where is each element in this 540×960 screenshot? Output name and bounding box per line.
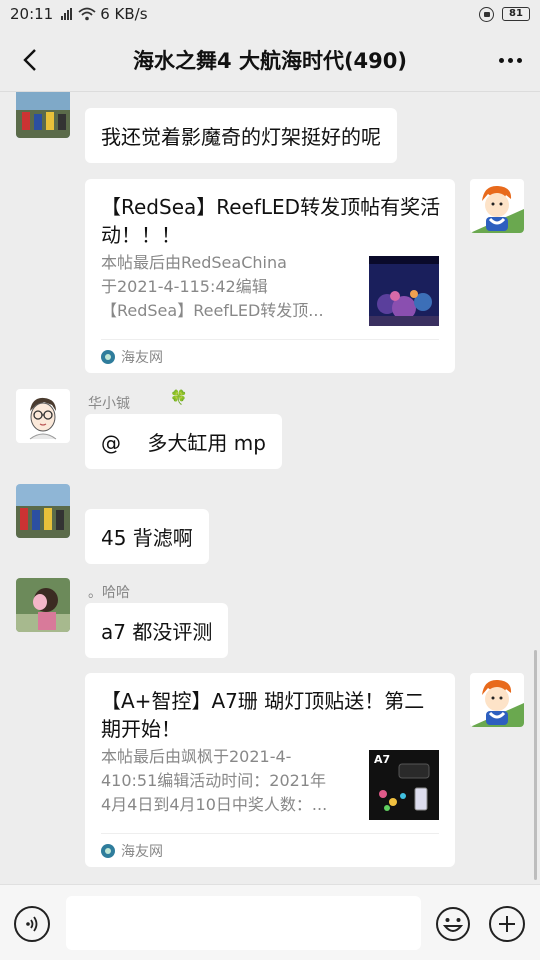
link-card[interactable]: 【A+智控】A7珊 瑚灯顶贴送！第二期开始！ 本帖最后由飒枫于2021-4- 4… <box>85 673 455 867</box>
link-card-desc-line: 【RedSea】ReefLED转发顶... <box>101 301 324 320</box>
link-card-source: 海友网 <box>101 347 163 367</box>
more-options-button[interactable] <box>492 44 528 76</box>
network-speed: 6 KB/s <box>100 5 148 23</box>
cartoon-avatar-icon <box>470 179 524 233</box>
link-card-desc-line: 于2021-4-115:42编辑 <box>101 277 268 296</box>
source-logo-icon <box>101 844 115 858</box>
chevron-left-icon <box>23 49 36 71</box>
avatar[interactable] <box>470 179 524 233</box>
voice-button[interactable] <box>14 906 50 942</box>
message-bubble[interactable]: a7 都没评测 <box>85 603 229 658</box>
source-name: 海友网 <box>121 350 163 366</box>
link-card[interactable]: 【RedSea】ReefLED转发顶帖有奖活动！！！ 本帖最后由RedSeaCh… <box>85 179 455 373</box>
link-card-desc-line: 4月4日到4月10日中奖人数：... <box>101 795 328 814</box>
chat-scrollbar[interactable] <box>534 650 537 880</box>
message-text: @ 多大缸用 mp <box>101 431 266 455</box>
child-photo-avatar-icon <box>16 578 70 632</box>
more-dot-icon <box>507 57 513 63</box>
source-name: 海友网 <box>121 844 163 860</box>
emoji-button-icon[interactable] <box>435 906 471 942</box>
reef-tank-thumbnail <box>369 256 439 326</box>
cartoon-avatar-icon <box>470 673 524 727</box>
source-logo-icon <box>101 350 115 364</box>
avatar[interactable] <box>470 673 524 727</box>
sender-name: 华小铖 <box>88 396 130 412</box>
link-card-source: 海友网 <box>101 841 163 861</box>
thumb-label: A7 <box>374 753 391 766</box>
avatar[interactable] <box>16 484 70 538</box>
link-card-desc-line: 本帖最后由RedSeaChina <box>101 253 287 272</box>
battery-icon: 81 <box>502 7 530 21</box>
message-text: a7 都没评测 <box>101 620 213 644</box>
signal-icon <box>61 8 73 20</box>
status-time: 20:11 <box>10 5 54 23</box>
message-text: 45 背滤啊 <box>101 526 193 550</box>
rotation-lock-icon <box>479 6 494 22</box>
voice-wave-icon <box>26 916 38 932</box>
more-dot-icon <box>516 57 522 63</box>
input-bar <box>0 884 540 960</box>
message-bubble[interactable]: 我还觉着影魔奇的灯架挺好的呢 <box>85 108 397 163</box>
link-card-desc-line: 410:51编辑活动时间：2021年 <box>101 771 327 790</box>
more-dot-icon <box>498 57 504 63</box>
group-photo-avatar-icon <box>16 92 70 138</box>
plus-icon <box>499 916 515 932</box>
status-bar: 20:11 6 KB/s 81 <box>0 0 540 28</box>
more-functions-button[interactable] <box>489 906 525 942</box>
avatar[interactable] <box>16 578 70 632</box>
sender-emoji: 🍀 <box>170 390 188 406</box>
group-photo-avatar-icon <box>16 484 70 538</box>
message-bubble[interactable]: 45 背滤啊 <box>85 509 209 564</box>
sender-name: 。哈哈 <box>88 585 130 601</box>
chat-title: 海水之舞4 大航海时代(490) <box>133 48 407 73</box>
card-divider <box>101 339 439 340</box>
message-input[interactable] <box>66 896 421 950</box>
wifi-icon <box>78 7 96 21</box>
card-divider <box>101 833 439 834</box>
back-button[interactable] <box>14 44 46 76</box>
a7-light-thumbnail: A7 <box>369 750 439 820</box>
avatar[interactable] <box>16 92 70 138</box>
message-bubble[interactable]: @ 多大缸用 mp <box>85 414 282 469</box>
link-card-title: 【RedSea】ReefLED转发顶帖有奖活动！！！ <box>101 195 441 247</box>
message-text: 我还觉着影魔奇的灯架挺好的呢 <box>101 125 381 149</box>
avatar[interactable] <box>16 389 70 443</box>
link-card-title: 【A+智控】A7珊 瑚灯顶贴送！第二期开始！ <box>101 689 425 741</box>
glasses-face-avatar-icon <box>16 389 70 443</box>
chat-header: 海水之舞4 大航海时代(490) <box>0 28 540 92</box>
link-card-desc-line: 本帖最后由飒枫于2021-4- <box>101 747 292 766</box>
